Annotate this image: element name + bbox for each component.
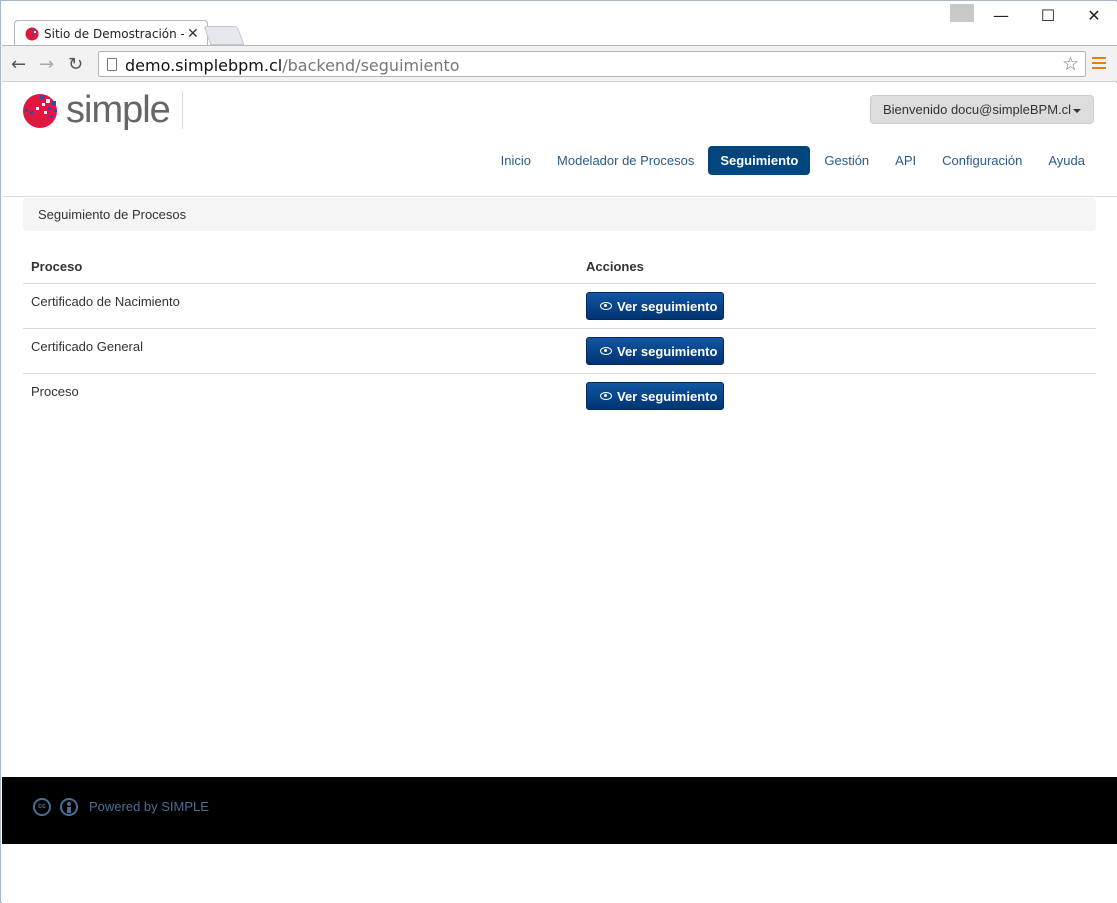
table-header: Proceso Acciones bbox=[23, 248, 1096, 284]
page-content: simple Bienvenido docu@simpleBPM.cl Inic… bbox=[2, 83, 1117, 903]
footer: cc Powered by SIMPLE bbox=[2, 777, 1117, 844]
url-host: demo.simplebpm.cl bbox=[125, 56, 283, 75]
ver-seguimiento-button[interactable]: Ver seguimiento bbox=[586, 337, 724, 365]
column-header-proceso: Proceso bbox=[31, 259, 83, 274]
back-arrow-icon[interactable]: ← bbox=[11, 54, 26, 75]
title-bar: Sitio de Demostración - Li ✕ — ☐ ✕ bbox=[2, 2, 1117, 46]
ver-seguimiento-button[interactable]: Ver seguimiento bbox=[586, 382, 724, 410]
simple-logo-icon bbox=[23, 94, 57, 128]
close-window-button[interactable]: ✕ bbox=[1082, 6, 1106, 26]
column-header-acciones: Acciones bbox=[586, 259, 644, 274]
button-label: Ver seguimiento bbox=[617, 389, 718, 404]
button-label: Ver seguimiento bbox=[617, 344, 718, 359]
reload-icon[interactable]: ↻ bbox=[68, 54, 83, 75]
main-nav: Inicio Modelador de Procesos Seguimiento… bbox=[487, 146, 1097, 175]
welcome-text: Bienvenido docu@simpleBPM.cl bbox=[883, 102, 1072, 117]
table-row: Certificado General Ver seguimiento bbox=[23, 329, 1096, 374]
simple-logo[interactable]: simple bbox=[22, 89, 182, 131]
logo-divider bbox=[182, 91, 183, 129]
page-icon bbox=[107, 58, 117, 71]
bookmark-star-icon[interactable]: ☆ bbox=[1062, 53, 1079, 76]
nav-item-seguimiento[interactable]: Seguimiento bbox=[708, 146, 811, 175]
url-text[interactable]: demo.simplebpm.cl/backend/seguimiento bbox=[125, 56, 460, 75]
browser-window: Sitio de Demostración - Li ✕ — ☐ ✕ ← → ↻… bbox=[0, 0, 1117, 903]
creative-commons-icon[interactable]: cc bbox=[33, 798, 51, 816]
process-table: Proceso Acciones Certificado de Nacimien… bbox=[23, 248, 1096, 419]
eye-icon bbox=[600, 302, 612, 310]
nav-item-modelador[interactable]: Modelador de Procesos bbox=[545, 146, 706, 175]
address-bar[interactable]: demo.simplebpm.cl/backend/seguimiento ☆ bbox=[98, 51, 1086, 77]
nav-item-gestion[interactable]: Gestión bbox=[812, 146, 881, 175]
tab-close-icon[interactable]: ✕ bbox=[187, 25, 199, 42]
browser-tab[interactable]: Sitio de Demostración - Li ✕ bbox=[14, 20, 208, 46]
nav-item-configuracion[interactable]: Configuración bbox=[930, 146, 1034, 175]
table-row: Proceso Ver seguimiento bbox=[23, 374, 1096, 419]
nav-item-api[interactable]: API bbox=[883, 146, 928, 175]
ver-seguimiento-button[interactable]: Ver seguimiento bbox=[586, 292, 724, 320]
breadcrumb: Seguimiento de Procesos bbox=[23, 198, 1096, 231]
process-name: Certificado de Nacimiento bbox=[31, 294, 180, 309]
maximize-button[interactable]: ☐ bbox=[1036, 6, 1060, 26]
tab-title: Sitio de Demostración - Li bbox=[44, 27, 184, 41]
user-profile-icon[interactable] bbox=[950, 4, 974, 22]
url-path: /backend/seguimiento bbox=[282, 56, 460, 75]
user-menu-button[interactable]: Bienvenido docu@simpleBPM.cl bbox=[870, 95, 1094, 124]
new-tab-button[interactable] bbox=[203, 26, 245, 45]
browser-menu-icon[interactable] bbox=[1092, 57, 1106, 69]
site-favicon-icon bbox=[25, 27, 39, 41]
table-row: Certificado de Nacimiento Ver seguimient… bbox=[23, 284, 1096, 329]
eye-icon bbox=[600, 347, 612, 355]
powered-by-link[interactable]: Powered by SIMPLE bbox=[89, 799, 209, 814]
caret-down-icon bbox=[1073, 108, 1082, 113]
logo-text: simple bbox=[66, 89, 171, 131]
header-divider bbox=[2, 196, 1117, 197]
process-name: Certificado General bbox=[31, 339, 143, 354]
nav-item-ayuda[interactable]: Ayuda bbox=[1036, 146, 1097, 175]
attribution-icon[interactable] bbox=[60, 798, 78, 816]
nav-item-inicio[interactable]: Inicio bbox=[489, 146, 543, 175]
minimize-button[interactable]: — bbox=[989, 6, 1013, 26]
forward-arrow-icon[interactable]: → bbox=[39, 54, 54, 75]
browser-toolbar: ← → ↻ demo.simplebpm.cl/backend/seguimie… bbox=[2, 45, 1117, 82]
button-label: Ver seguimiento bbox=[617, 299, 718, 314]
process-name: Proceso bbox=[31, 384, 79, 399]
eye-icon bbox=[600, 392, 612, 400]
